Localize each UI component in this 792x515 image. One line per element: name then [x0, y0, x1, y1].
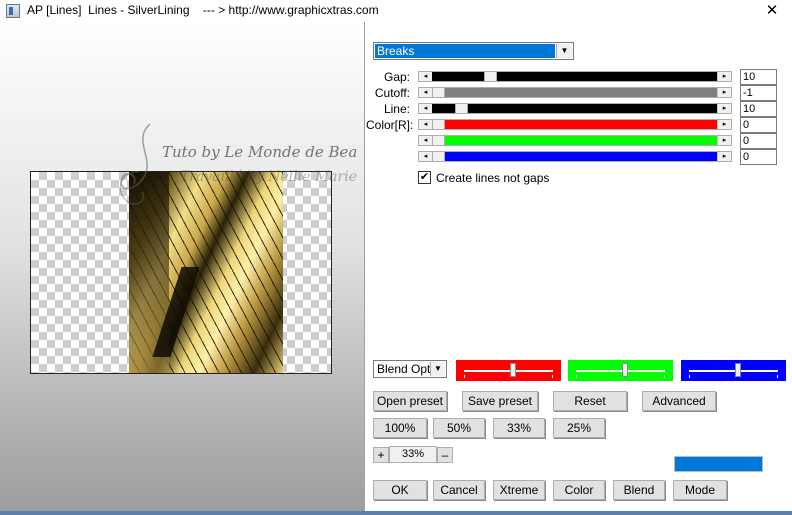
- slider-thumb[interactable]: [484, 71, 497, 82]
- arrow-right-icon[interactable]: ▸: [717, 152, 731, 161]
- slider-track: [464, 370, 553, 372]
- control-slider[interactable]: ◂ ▸: [418, 71, 732, 82]
- arrow-left-icon[interactable]: ◂: [419, 152, 433, 161]
- save-preset-button[interactable]: Save preset: [462, 391, 538, 411]
- slider-ticks: [689, 375, 778, 378]
- watermark-line-1: Tuto by Le Monde de Bea: [162, 143, 358, 161]
- slider-thumb[interactable]: [432, 135, 445, 146]
- arrow-left-icon[interactable]: ◂: [419, 120, 433, 129]
- control-label: Gap:: [383, 70, 410, 84]
- chevron-down-icon[interactable]: ▼: [430, 362, 445, 376]
- arrow-right-icon[interactable]: ▸: [717, 104, 731, 113]
- slider-thumb[interactable]: [622, 363, 628, 377]
- slider-thumb[interactable]: [510, 363, 516, 377]
- control-slider[interactable]: ◂ ▸: [418, 151, 732, 162]
- slider-track: [689, 370, 778, 372]
- chevron-down-icon[interactable]: ▼: [556, 44, 572, 58]
- preview-pane: Tuto by Le Monde de Bea Travaillé by Nel…: [0, 22, 364, 512]
- arrow-right-icon[interactable]: ▸: [717, 120, 731, 129]
- cancel-button[interactable]: Cancel: [433, 480, 485, 500]
- control-value-field[interactable]: 0: [740, 133, 777, 149]
- checkmark-icon: ✔: [419, 171, 430, 183]
- watermark: Tuto by Le Monde de Bea Travaillé by Nel…: [110, 122, 360, 212]
- control-value-field[interactable]: 10: [740, 69, 777, 85]
- red-blend-slider[interactable]: [456, 360, 561, 381]
- control-value-field[interactable]: 0: [740, 149, 777, 165]
- effect-type-selected: Breaks: [375, 44, 555, 58]
- slider-thumb[interactable]: [432, 119, 445, 130]
- control-value-field[interactable]: 0: [740, 117, 777, 133]
- arrow-right-icon[interactable]: ▸: [717, 136, 731, 145]
- blue-blend-slider[interactable]: [681, 360, 786, 381]
- color-preview-bar[interactable]: [674, 456, 763, 472]
- control-slider[interactable]: ◂ ▸: [418, 87, 732, 98]
- advanced-button[interactable]: Advanced: [642, 391, 716, 411]
- slider-ticks: [576, 375, 665, 378]
- slider-fill: [445, 136, 718, 145]
- color-button[interactable]: Color: [553, 480, 605, 500]
- slider-ticks: [464, 375, 553, 378]
- app-icon: [6, 4, 20, 18]
- arrow-left-icon[interactable]: ◂: [419, 136, 433, 145]
- zoom-out-button[interactable]: –: [437, 447, 453, 463]
- control-slider[interactable]: ◂ ▸: [418, 119, 732, 130]
- zoom-33-button[interactable]: 33%: [493, 418, 545, 438]
- zoom-level: 33%: [389, 446, 437, 463]
- slider-track: [576, 370, 665, 372]
- zoom-in-button[interactable]: +: [373, 447, 389, 463]
- close-icon[interactable]: ✕: [752, 0, 792, 22]
- watermark-line-2: Travaillé by Nellie Marie: [180, 169, 357, 185]
- slider-fill-before: [432, 72, 484, 81]
- control-value-field[interactable]: -1: [740, 85, 777, 101]
- control-label: Line:: [383, 102, 410, 116]
- slider-thumb[interactable]: [455, 103, 468, 114]
- control-label: Color[R]:: [366, 118, 414, 132]
- control-value-field[interactable]: 10: [740, 101, 777, 117]
- slider-fill-before: [432, 104, 455, 113]
- bottom-border: [0, 511, 792, 515]
- create-lines-label: Create lines not gaps: [436, 171, 550, 185]
- mode-button[interactable]: Mode: [673, 480, 727, 500]
- zoom-25-button[interactable]: 25%: [553, 418, 605, 438]
- reset-button[interactable]: Reset: [553, 391, 627, 411]
- slider-thumb[interactable]: [735, 363, 741, 377]
- arrow-left-icon[interactable]: ◂: [419, 72, 433, 81]
- watermark-swirl-icon: [119, 123, 151, 205]
- create-lines-checkbox[interactable]: ✔: [418, 171, 431, 184]
- arrow-right-icon[interactable]: ▸: [717, 88, 731, 97]
- open-preset-button[interactable]: Open preset: [373, 391, 447, 411]
- control-slider[interactable]: ◂ ▸: [418, 135, 732, 146]
- window-title: AP [Lines] Lines - SilverLining --- > ht…: [27, 3, 379, 17]
- title-bar: AP [Lines] Lines - SilverLining --- > ht…: [0, 0, 792, 22]
- slider-fill: [468, 104, 718, 113]
- zoom-100-button[interactable]: 100%: [373, 418, 427, 438]
- slider-fill: [497, 72, 718, 81]
- control-label: Cutoff:: [374, 86, 410, 100]
- green-blend-slider[interactable]: [568, 360, 673, 381]
- slider-fill: [445, 152, 718, 161]
- slider-fill: [445, 88, 718, 97]
- slider-thumb[interactable]: [432, 151, 445, 162]
- blend-options-text: Blend Options: [377, 362, 431, 376]
- control-slider[interactable]: ◂ ▸: [418, 103, 732, 114]
- ok-button[interactable]: OK: [373, 480, 427, 500]
- arrow-left-icon[interactable]: ◂: [419, 104, 433, 113]
- blend-options-dropdown[interactable]: Blend Options ▼: [373, 360, 447, 378]
- slider-fill: [445, 120, 718, 129]
- blend-button[interactable]: Blend: [613, 480, 665, 500]
- arrow-left-icon[interactable]: ◂: [419, 88, 433, 97]
- xtreme-button[interactable]: Xtreme: [493, 480, 545, 500]
- zoom-50-button[interactable]: 50%: [433, 418, 485, 438]
- effect-type-dropdown[interactable]: Breaks ▼: [373, 42, 574, 60]
- arrow-right-icon[interactable]: ▸: [717, 72, 731, 81]
- slider-thumb[interactable]: [432, 87, 445, 98]
